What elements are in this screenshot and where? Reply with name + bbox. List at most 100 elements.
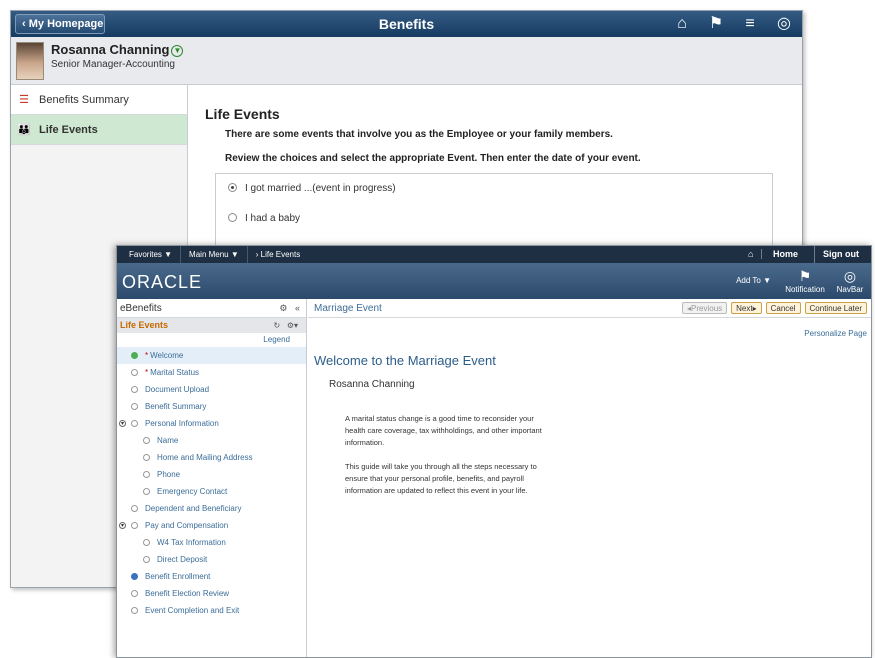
notification-button[interactable]: ⚑ Notification	[785, 267, 825, 294]
chevron-down-icon[interactable]: ▼	[171, 45, 184, 57]
sidebar-item-benefits-summary[interactable]: ☰ Benefits Summary	[11, 85, 187, 115]
navbar-label: NavBar	[836, 285, 864, 294]
profile-name: Rosanna Channing	[51, 42, 170, 57]
add-to-menu[interactable]: Add To ▼	[736, 276, 771, 285]
step-list: * Welcome * Marital Status Document Upload Be…	[117, 347, 306, 619]
step-item[interactable]: Home and Mailing Address	[117, 449, 306, 466]
step-label-text: Phone	[157, 470, 181, 479]
breadcrumb[interactable]: › Life Events	[248, 246, 308, 263]
step-status-icon	[131, 607, 138, 614]
step-label: Benefit Summary	[145, 398, 206, 415]
step-status-icon	[143, 437, 150, 444]
step-item[interactable]: Direct Deposit	[117, 551, 306, 568]
event-choice-married[interactable]: I got married ...(event in progress)	[228, 183, 396, 194]
step-label-text: W4 Tax Information	[157, 538, 226, 547]
step-label-text: Direct Deposit	[157, 555, 208, 564]
home-icon: ⌂	[740, 249, 763, 259]
step-item[interactable]: * Marital Status	[117, 364, 306, 381]
oracle-logo: ORACLE	[122, 272, 203, 292]
step-label: W4 Tax Information	[157, 534, 226, 551]
expand-icon[interactable]: ▾	[119, 420, 126, 427]
home-link[interactable]: ⌂ Home	[732, 246, 815, 263]
sidebar-item-label: Life Events	[39, 124, 98, 136]
step-status-icon	[131, 369, 138, 376]
previous-button[interactable]: ◂Previous	[682, 302, 728, 314]
radio-unselected[interactable]	[228, 213, 237, 222]
personalize-page-link[interactable]: Personalize Page	[804, 329, 867, 338]
list-icon: ☰	[19, 94, 29, 106]
step-label-text: Name	[157, 436, 179, 445]
options-icon[interactable]: ⚙▾	[287, 321, 298, 330]
step-status-icon	[143, 488, 150, 495]
menu-icon[interactable]: ≡	[740, 14, 760, 34]
step-status-icon	[131, 420, 138, 427]
fluid-header-bar: ‹ My Homepage Benefits ⌂ ⚑ ≡ ◎	[11, 11, 802, 37]
classic-marriage-event-window: Favorites ▼ Main Menu ▼ › Life Events ⌂ …	[116, 245, 872, 658]
home-icon[interactable]: ⌂	[672, 14, 692, 34]
step-label: Document Upload	[145, 381, 209, 398]
content-header: Marriage Event ◂Previous Next▸ Cancel Co…	[308, 299, 871, 318]
step-label-text: Event Completion and Exit	[145, 606, 240, 615]
compass-icon[interactable]: ◎	[774, 14, 794, 34]
step-label: Phone	[157, 466, 180, 483]
step-item[interactable]: Phone	[117, 466, 306, 483]
sign-out-link[interactable]: Sign out	[815, 246, 867, 263]
step-label-text: Document Upload	[145, 385, 210, 394]
expand-icon[interactable]: ▾	[119, 522, 126, 529]
sidebar-item-label: Benefits Summary	[39, 94, 129, 106]
home-label: Home	[772, 249, 798, 259]
top-menu-bar: Favorites ▼ Main Menu ▼ › Life Events ⌂ …	[117, 246, 871, 263]
step-status-icon	[143, 454, 150, 461]
step-label: Event Completion and Exit	[145, 602, 239, 619]
step-item[interactable]: ▾ Pay and Compensation	[117, 517, 306, 534]
step-status-icon	[131, 386, 138, 393]
flag-icon: ⚑	[798, 268, 812, 284]
notification-label: Notification	[785, 285, 825, 294]
guide-paragraph: This guide will take you through all the…	[345, 462, 537, 495]
event-choice-baby[interactable]: I had a baby	[228, 213, 300, 224]
step-status-icon	[131, 522, 138, 529]
step-item[interactable]: Name	[117, 432, 306, 449]
radio-selected[interactable]	[228, 183, 237, 192]
brand-banner: ORACLE Add To ▼ ⚑ Notification ◎ NavBar	[117, 263, 871, 299]
step-item[interactable]: Dependent and Beneficiary	[117, 500, 306, 517]
step-item[interactable]: Benefit Summary	[117, 398, 306, 415]
step-item[interactable]: Benefit Enrollment	[117, 568, 306, 585]
guide-title: Life Events	[120, 320, 169, 330]
refresh-icon[interactable]: ↻	[273, 321, 280, 330]
step-item[interactable]: Emergency Contact	[117, 483, 306, 500]
step-item[interactable]: Benefit Election Review	[117, 585, 306, 602]
check-icon	[131, 352, 138, 359]
step-status-icon	[143, 471, 150, 478]
next-button[interactable]: Next▸	[731, 302, 762, 314]
step-label: Home and Mailing Address	[157, 449, 253, 466]
navbar-button[interactable]: ◎ NavBar	[833, 267, 867, 294]
pane-header: eBenefits ⚙ «	[117, 299, 306, 318]
step-label: Name	[157, 432, 178, 449]
collapse-icon[interactable]: «	[295, 303, 300, 313]
gear-icon[interactable]: ⚙	[279, 303, 287, 313]
step-item[interactable]: ▾ Personal Information	[117, 415, 306, 432]
activity-guide-pane: eBenefits ⚙ « Life Events ↻ ⚙▾ Legend * W…	[117, 299, 307, 657]
welcome-title: Welcome to the Marriage Event	[314, 353, 496, 368]
content-title: Marriage Event	[314, 303, 382, 314]
choice-label: I got married ...(event in progress)	[245, 183, 396, 194]
main-menu[interactable]: Main Menu ▼	[181, 246, 248, 263]
intro-paragraph: A marital status change is a good time t…	[345, 414, 542, 447]
continue-later-button[interactable]: Continue Later	[804, 302, 867, 314]
flag-icon[interactable]: ⚑	[706, 14, 726, 34]
legend-link[interactable]: Legend	[117, 333, 306, 347]
step-label-text: Benefit Summary	[145, 402, 207, 411]
step-label: * Marital Status	[145, 364, 199, 381]
section-heading: Life Events	[205, 106, 280, 122]
step-item[interactable]: Document Upload	[117, 381, 306, 398]
cancel-button[interactable]: Cancel	[765, 302, 801, 314]
favorites-menu[interactable]: Favorites ▼	[121, 246, 182, 263]
pane-title: eBenefits	[120, 303, 162, 314]
step-item[interactable]: Event Completion and Exit	[117, 602, 306, 619]
step-item[interactable]: W4 Tax Information	[117, 534, 306, 551]
sidebar-item-life-events[interactable]: 👪 Life Events	[11, 115, 187, 145]
intro-text: There are some events that involve you a…	[225, 129, 613, 140]
step-item[interactable]: * Welcome	[117, 347, 306, 364]
step-label-text: Benefit Election Review	[145, 589, 230, 598]
